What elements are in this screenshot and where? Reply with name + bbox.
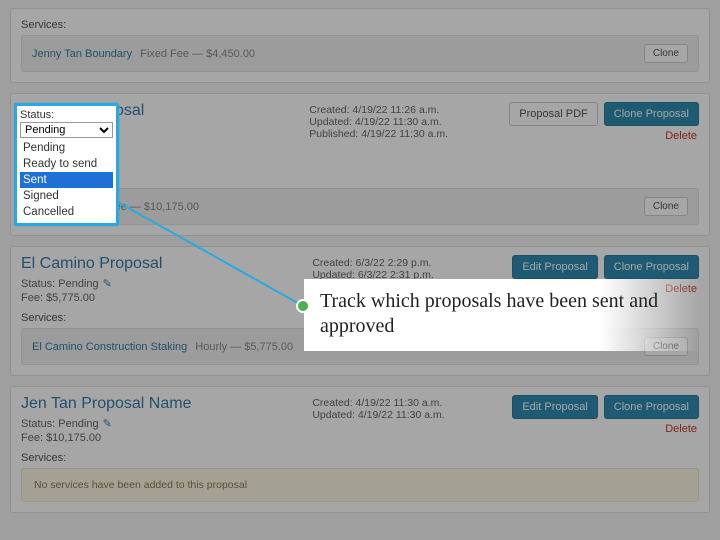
status-option[interactable]: Pending <box>20 140 113 156</box>
callout-dot <box>296 299 310 313</box>
edit-status-icon[interactable]: ✎ <box>103 418 112 430</box>
status-option[interactable]: Signed <box>20 188 113 204</box>
clone-service-button[interactable]: Clone <box>644 197 688 216</box>
status-label: Status: <box>20 109 113 121</box>
proposal-title[interactable]: Jen Tan Proposal Name <box>21 395 312 413</box>
services-label: Services: <box>21 452 699 464</box>
status-option[interactable]: Ready to send <box>20 156 113 172</box>
service-link[interactable]: Jenny Tan Boundary <box>32 48 132 60</box>
status-dropdown-popup[interactable]: Status: Pending PendingReady to sendSent… <box>14 103 119 226</box>
status-select[interactable]: Pending <box>20 122 113 138</box>
service-row: x …ary Fixed Fee — $10,175.00 Clone <box>21 188 699 225</box>
updated-text: Updated: 4/19/22 11:30 a.m. <box>312 409 512 421</box>
fee-text: Fee: $5,775.00 <box>21 292 312 304</box>
edit-status-icon[interactable]: ✎ <box>103 278 112 290</box>
service-row: Jenny Tan Boundary Fixed Fee — $4,450.00… <box>21 35 699 72</box>
status-text: Status: Pending <box>21 278 99 290</box>
clone-proposal-button[interactable]: Clone Proposal <box>604 255 699 279</box>
delete-link[interactable]: Delete <box>665 130 697 142</box>
proposal-pdf-button[interactable]: Proposal PDF <box>509 102 597 126</box>
clone-proposal-button[interactable]: Clone Proposal <box>604 395 699 419</box>
published-text: Published: 4/19/22 11:30 a.m. <box>309 128 509 140</box>
delete-link[interactable]: Delete <box>665 423 697 435</box>
service-details: Fixed Fee — $4,450.00 <box>140 48 255 60</box>
service-details: Hourly — $5,775.00 <box>195 341 293 353</box>
edit-proposal-button[interactable]: Edit Proposal <box>512 395 597 419</box>
callout-text: Track which proposals have been sent and… <box>304 279 700 351</box>
services-empty: No services have been added to this prop… <box>21 468 699 502</box>
clone-proposal-button[interactable]: Clone Proposal <box>604 102 699 126</box>
status-option[interactable]: Sent <box>20 172 113 188</box>
proposal-title[interactable]: El Camino Proposal <box>21 255 312 273</box>
status-text: Status: Pending <box>21 418 99 430</box>
updated-text: Updated: 4/19/22 11:30 a.m. <box>309 116 509 128</box>
created-text: Created: 6/3/22 2:29 p.m. <box>312 257 512 269</box>
clone-service-button[interactable]: Clone <box>644 44 688 63</box>
service-link[interactable]: El Camino Construction Staking <box>32 341 187 353</box>
edit-proposal-button[interactable]: Edit Proposal <box>512 255 597 279</box>
created-text: Created: 4/19/22 11:26 a.m. <box>309 104 509 116</box>
fee-text: Fee: $10,175.00 <box>21 432 312 444</box>
services-label: Services: <box>21 19 699 31</box>
created-text: Created: 4/19/22 11:30 a.m. <box>312 397 512 409</box>
status-option[interactable]: Cancelled <box>20 204 113 220</box>
